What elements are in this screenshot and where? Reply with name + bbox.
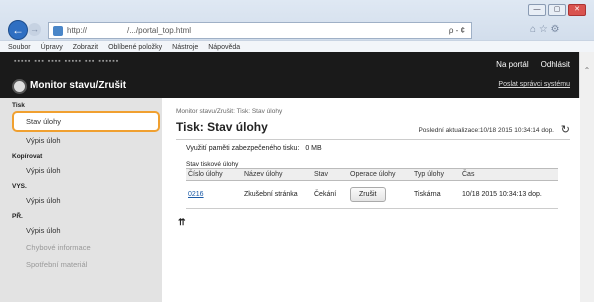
divider — [176, 139, 570, 140]
back-icon[interactable]: ← — [8, 20, 28, 40]
menu-file[interactable]: Soubor — [8, 44, 31, 51]
sidebar: Tisk Stav úlohy Výpis úloh Kopírovat Výp… — [0, 98, 162, 302]
url-text: http:// — [67, 26, 88, 35]
job-time-cell: 10/18 2015 10:34:13 dop. — [460, 180, 558, 209]
col-job-type: Typ úlohy — [412, 168, 460, 181]
maximize-button[interactable]: ▢ — [548, 4, 566, 16]
refresh-icon[interactable]: ↻ — [561, 123, 570, 136]
search-icon[interactable]: ρ - ¢ — [449, 26, 465, 35]
col-job-name: Název úlohy — [242, 168, 312, 181]
url-tail-text: /.../portal_top.html — [127, 26, 192, 35]
job-table: Číslo úlohy Název úlohy Stav Operace úlo… — [186, 168, 558, 209]
sidebar-item-send-log[interactable]: Výpis úloh — [0, 192, 162, 209]
home-star-gear-icons[interactable]: ⌂ ☆ ⚙ — [530, 24, 560, 35]
favicon-icon — [53, 25, 63, 36]
job-status-cell: Čekání — [312, 180, 348, 209]
breadcrumb: Monitor stavu/Zrušit: Tisk: Stav úlohy — [176, 108, 283, 115]
table-header-row: Číslo úlohy Název úlohy Stav Operace úlo… — [186, 168, 558, 181]
app-header: ▪▪▪▪▪ ▪▪▪ ▪▪▪▪ ▪▪▪▪▪ ▪▪▪ ▪▪▪▪▪▪ Monitor … — [0, 52, 580, 98]
sidebar-item-copy-log[interactable]: Výpis úloh — [0, 162, 162, 179]
window-controls: — ▢ ✕ — [528, 4, 586, 16]
menu-favorites[interactable]: Oblíbené položky — [108, 44, 162, 51]
table-title: Stav tiskové úlohy — [186, 161, 239, 168]
menu-view[interactable]: Zobrazit — [73, 44, 98, 51]
col-job-number: Číslo úlohy — [186, 168, 242, 181]
sidebar-item-receive-log[interactable]: Výpis úloh — [0, 222, 162, 239]
minimize-button[interactable]: — — [528, 4, 546, 16]
job-type-cell: Tiskárna — [412, 180, 460, 209]
page-title: Tisk: Stav úlohy — [176, 120, 268, 134]
job-number-link[interactable]: 0216 — [188, 191, 204, 198]
col-status: Stav — [312, 168, 348, 181]
cancel-job-button[interactable]: Zrušit — [350, 187, 386, 202]
sidebar-item-job-status[interactable]: Stav úlohy — [12, 111, 160, 132]
system-info: ▪▪▪▪▪ ▪▪▪ ▪▪▪▪ ▪▪▪▪▪ ▪▪▪ ▪▪▪▪▪▪ — [14, 58, 120, 65]
job-name-cell: Zkušební stránka — [242, 180, 312, 209]
menu-help[interactable]: Nápověda — [208, 44, 240, 51]
app-title: Monitor stavu/Zrušit — [30, 80, 127, 91]
sidebar-section-send: VYS. — [12, 183, 27, 190]
secure-print-memory: Využití paměti zabezpečeného tisku: 0 MB — [186, 145, 322, 152]
menu-tools[interactable]: Nástroje — [172, 44, 198, 51]
scrollbar[interactable]: ⌃ — [579, 52, 594, 302]
scroll-up-icon[interactable]: ⌃ — [580, 66, 594, 75]
sidebar-section-print: Tisk — [12, 102, 25, 109]
main-content: Monitor stavu/Zrušit: Tisk: Stav úlohy T… — [162, 98, 580, 302]
sidebar-section-receive: PŘ. — [12, 213, 23, 220]
monitor-icon — [12, 79, 27, 94]
job-operation-cell: Zrušit — [348, 180, 412, 209]
address-bar[interactable]: http:// /.../portal_top.html ρ - ¢ — [48, 22, 472, 39]
sidebar-item-error-info[interactable]: Chybové informace — [0, 239, 162, 256]
job-number-cell[interactable]: 0216 — [186, 180, 242, 209]
sidebar-item-consumables[interactable]: Spotřební materiál — [0, 256, 162, 273]
col-operation: Operace úlohy — [348, 168, 412, 181]
col-time: Čas — [460, 168, 558, 181]
close-button[interactable]: ✕ — [568, 4, 586, 16]
table-row: 0216 Zkušební stránka Čekání Zrušit Tisk… — [186, 180, 558, 209]
logout-link[interactable]: Odhlásit — [541, 60, 570, 69]
menu-edit[interactable]: Úpravy — [41, 44, 63, 51]
sidebar-item-print-log[interactable]: Výpis úloh — [0, 132, 162, 149]
memory-label: Využití paměti zabezpečeného tisku: — [186, 145, 300, 152]
last-updated: Poslední aktualizace:10/18 2015 10:34:14… — [418, 127, 554, 134]
sidebar-section-copy: Kopírovat — [12, 153, 43, 160]
memory-value: 0 MB — [305, 145, 322, 152]
portal-link[interactable]: Na portál — [496, 60, 528, 69]
to-top-icon[interactable]: ⇈ — [178, 217, 186, 228]
forward-icon[interactable]: → — [28, 23, 41, 36]
mail-admin-link[interactable]: Poslat správci systému — [498, 81, 570, 88]
